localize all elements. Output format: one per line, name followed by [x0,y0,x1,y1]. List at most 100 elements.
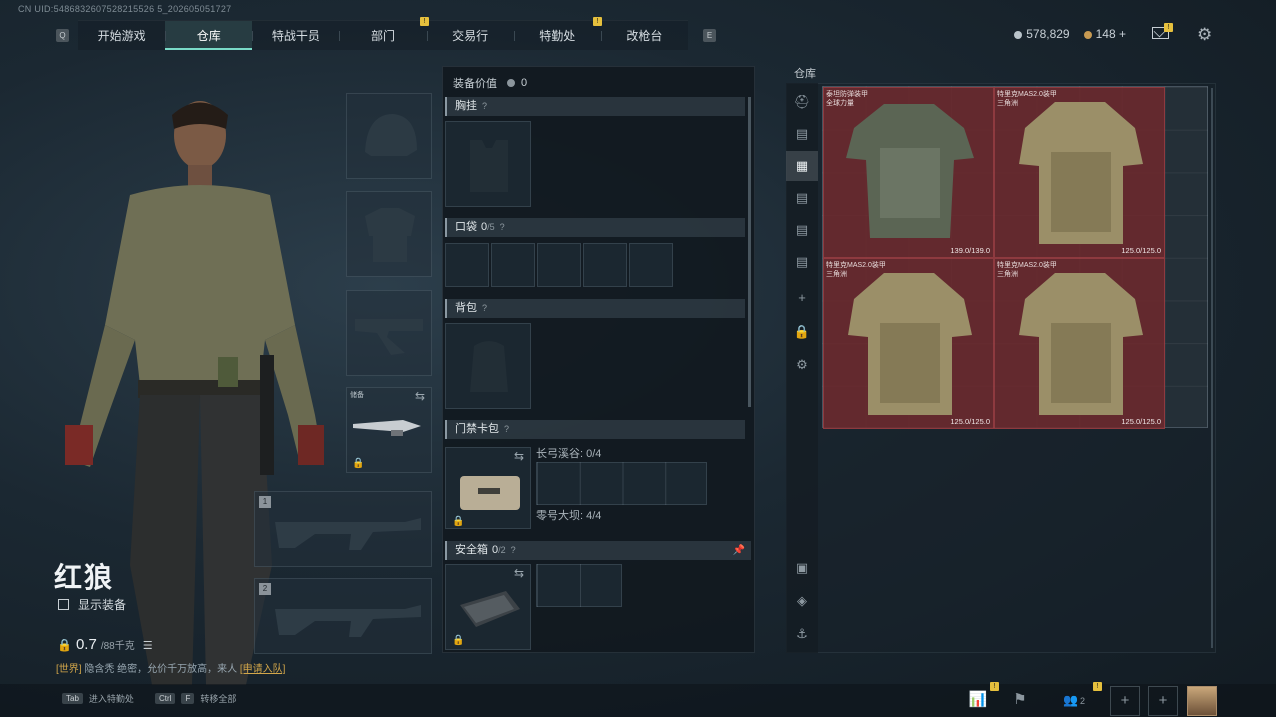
pocket-slot-3[interactable] [537,243,581,287]
tab-start-game[interactable]: 开始游戏 [78,21,165,50]
help-icon[interactable]: ? [504,424,509,434]
lock-icon: 🔒 [352,458,365,469]
safebox-storage-slots[interactable] [536,564,622,607]
show-gear-checkbox[interactable] [58,599,69,610]
keycard-label: 门禁卡包 [455,423,499,435]
lock-icon[interactable]: 🔒 [786,317,818,347]
backpack-placeholder-icon [470,341,508,392]
chest-rig-label: 胸挂 [455,100,477,112]
help-icon[interactable]: ? [511,545,516,555]
keycard-case-slot[interactable]: ⇆ 🔒 [445,447,531,529]
help-icon[interactable]: ? [482,303,487,313]
hint-label: 进入特勤处 [88,694,134,704]
backpack-slot[interactable] [445,323,531,409]
nav-prev-key[interactable]: Q [56,29,69,42]
operator-name: 红狼 [54,562,115,593]
tab-4-icon[interactable]: ▤ [786,215,818,245]
special-ops-badge: ! [593,17,602,26]
helmet-filter-icon[interactable]: ⛑ [786,87,818,117]
player-avatar[interactable] [1187,686,1217,716]
pocket-slot-1[interactable] [445,243,489,287]
armor-placeholder-icon [365,208,415,262]
add-tab-button[interactable]: + [786,283,818,313]
melee-slot[interactable]: 储备 ⇆ 🔒 [346,387,432,473]
sort-icon[interactable]: ⚓ [786,619,818,649]
armor-vest-icon [848,273,972,415]
gear-icon[interactable]: ⚙ [786,350,818,380]
stash-scrollbar[interactable] [1211,88,1213,648]
id-card-icon[interactable]: ▣ [786,553,818,583]
safebox-max: /2 [498,545,506,555]
pocket-header: 口袋 0/5? [445,218,745,237]
chest-rig-slot[interactable] [445,121,531,207]
add-teammate-button[interactable]: + [1148,686,1178,716]
department-badge: ! [420,17,429,26]
tab-gunsmith[interactable]: 改枪台 [600,21,688,50]
tab-3-icon[interactable]: ▤ [786,183,818,213]
lock-icon: 🔒 [452,516,465,527]
currency-bar: 578,829 148 + [1014,27,1126,41]
weight-max: /88千克 [100,641,135,652]
armor-vest-icon [846,104,974,238]
nav-next-key[interactable]: E [703,29,716,42]
tab-warehouse[interactable]: 仓库 [165,21,253,50]
pocket-slot-2[interactable] [491,243,535,287]
stash-item-armor[interactable]: 特里克MAS2.0装甲 三角洲 125.0/125.0 [994,258,1165,429]
list-icon[interactable]: ☰ [143,639,153,652]
world-chat-line: [世界] 隐含秃 绝密，允价千万放高，来人 [申请入队] [56,660,285,675]
stats-icon[interactable]: 📊 [963,686,993,716]
item-durability: 139.0/139.0 [950,246,990,255]
pistol-slot[interactable] [346,290,432,376]
help-icon[interactable]: ? [482,101,487,111]
primary-weapon-slot-1[interactable]: 1 [254,491,432,567]
stash-grid: 泰坦防弹装甲 全球力量 139.0/139.0 特里克MAS2.0装甲 三角洲 12… [822,86,1208,429]
show-gear-toggle[interactable]: 显示装备 [58,596,126,613]
stash-item-armor[interactable]: 特里克MAS2.0装甲 三角洲 125.0/125.0 [823,258,994,429]
hint-enter-special-ops[interactable]: Tab 进入特勤处 [62,692,134,705]
carry-weight: 🔒 0.7 /88千克 ☰ [57,636,153,653]
pin-icon[interactable]: 📌 [733,541,745,560]
swap-icon[interactable]: ⇆ [514,566,524,580]
helmet-placeholder-icon [365,114,417,156]
safebox-header: 安全箱 0/2? 📌 [445,541,751,560]
gold-add-button[interactable]: + [1119,27,1126,41]
scrollbar[interactable] [748,97,751,407]
help-icon[interactable]: ? [500,222,505,232]
gold-coin-icon [1083,30,1092,39]
tab-special-ops[interactable]: 特勤处 [513,21,601,50]
stash-item-armor[interactable]: 泰坦防弹装甲 全球力量 139.0/139.0 [823,87,994,258]
keycard-map1-slots[interactable] [536,462,707,505]
tab-5-icon[interactable]: ▤ [786,247,818,277]
silver-amount: 578,829 [1026,27,1070,41]
stash-item-armor[interactable]: 特里克MAS2.0装甲 三角洲 125.0/125.0 [994,87,1165,258]
squad-icon: 👥 [1063,693,1078,707]
layers-icon[interactable]: ◈ [786,586,818,616]
chest-rig-header: 胸挂? [445,97,745,116]
silver-currency: 578,829 [1014,27,1070,41]
lock-icon: 🔒 [452,635,465,646]
armor-slot[interactable] [346,191,432,277]
pocket-slot-5[interactable] [629,243,673,287]
squad-button[interactable]: 👥 2 [1054,686,1094,716]
settings-gear-icon[interactable]: ⚙ [1197,25,1212,45]
hint-transfer-all[interactable]: Ctrl F 转移全部 [155,692,236,705]
gold-currency[interactable]: 148 + [1083,27,1126,41]
safebox-slot[interactable]: ⇆ 🔒 [445,564,531,650]
chat-join-link[interactable]: [申请入队] [240,664,286,675]
tab-key: Tab [62,693,83,704]
tab-department[interactable]: 部门 [339,21,426,50]
tab-operators[interactable]: 特战干员 [252,21,339,50]
add-teammate-button[interactable]: + [1110,686,1140,716]
pocket-slot-4[interactable] [583,243,627,287]
rifle-placeholder-icon [275,605,421,637]
stash-title: 仓库 [794,68,816,80]
primary-weapon-slot-2[interactable]: 2 [254,578,432,654]
flag-icon[interactable]: ⚑ [1005,686,1035,716]
helmet-slot[interactable] [346,93,432,179]
tab-1-icon[interactable]: ▤ [786,119,818,149]
rifle-placeholder-icon [275,518,421,550]
pistol-placeholder-icon [355,319,423,355]
tab-2-icon[interactable]: ▦ [786,151,818,181]
swap-icon[interactable]: ⇆ [514,449,524,463]
tab-trade[interactable]: 交易行 [426,21,514,50]
